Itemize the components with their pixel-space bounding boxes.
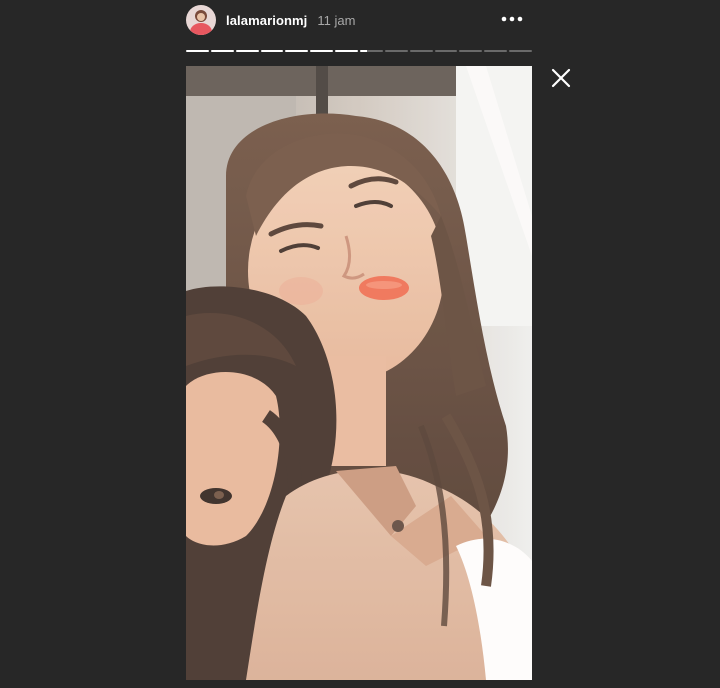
progress-segment (210, 50, 234, 52)
story-header: lalamarionmj 11 jam (186, 4, 532, 36)
progress-segment (235, 50, 259, 52)
progress-segment (509, 50, 533, 52)
progress-segment (360, 50, 383, 52)
more-options-icon (501, 16, 523, 22)
story-viewer: lalamarionmj 11 jam (0, 0, 720, 688)
progress-segment (285, 50, 309, 52)
avatar[interactable] (186, 5, 216, 35)
more-options-button[interactable] (490, 8, 534, 30)
story-username[interactable]: lalamarionmj (226, 13, 307, 28)
progress-segment (409, 50, 433, 52)
story-progress-bar (186, 50, 533, 52)
progress-segment (310, 50, 334, 52)
close-button[interactable] (549, 66, 573, 90)
close-icon (551, 68, 571, 88)
progress-segment (186, 50, 209, 52)
story-photo[interactable] (186, 66, 532, 680)
progress-segment (335, 50, 359, 52)
progress-segment (384, 50, 408, 52)
progress-segment (484, 50, 508, 52)
progress-segment (459, 50, 483, 52)
progress-segment (434, 50, 458, 52)
progress-segment (260, 50, 284, 52)
story-timestamp: 11 jam (317, 12, 356, 28)
